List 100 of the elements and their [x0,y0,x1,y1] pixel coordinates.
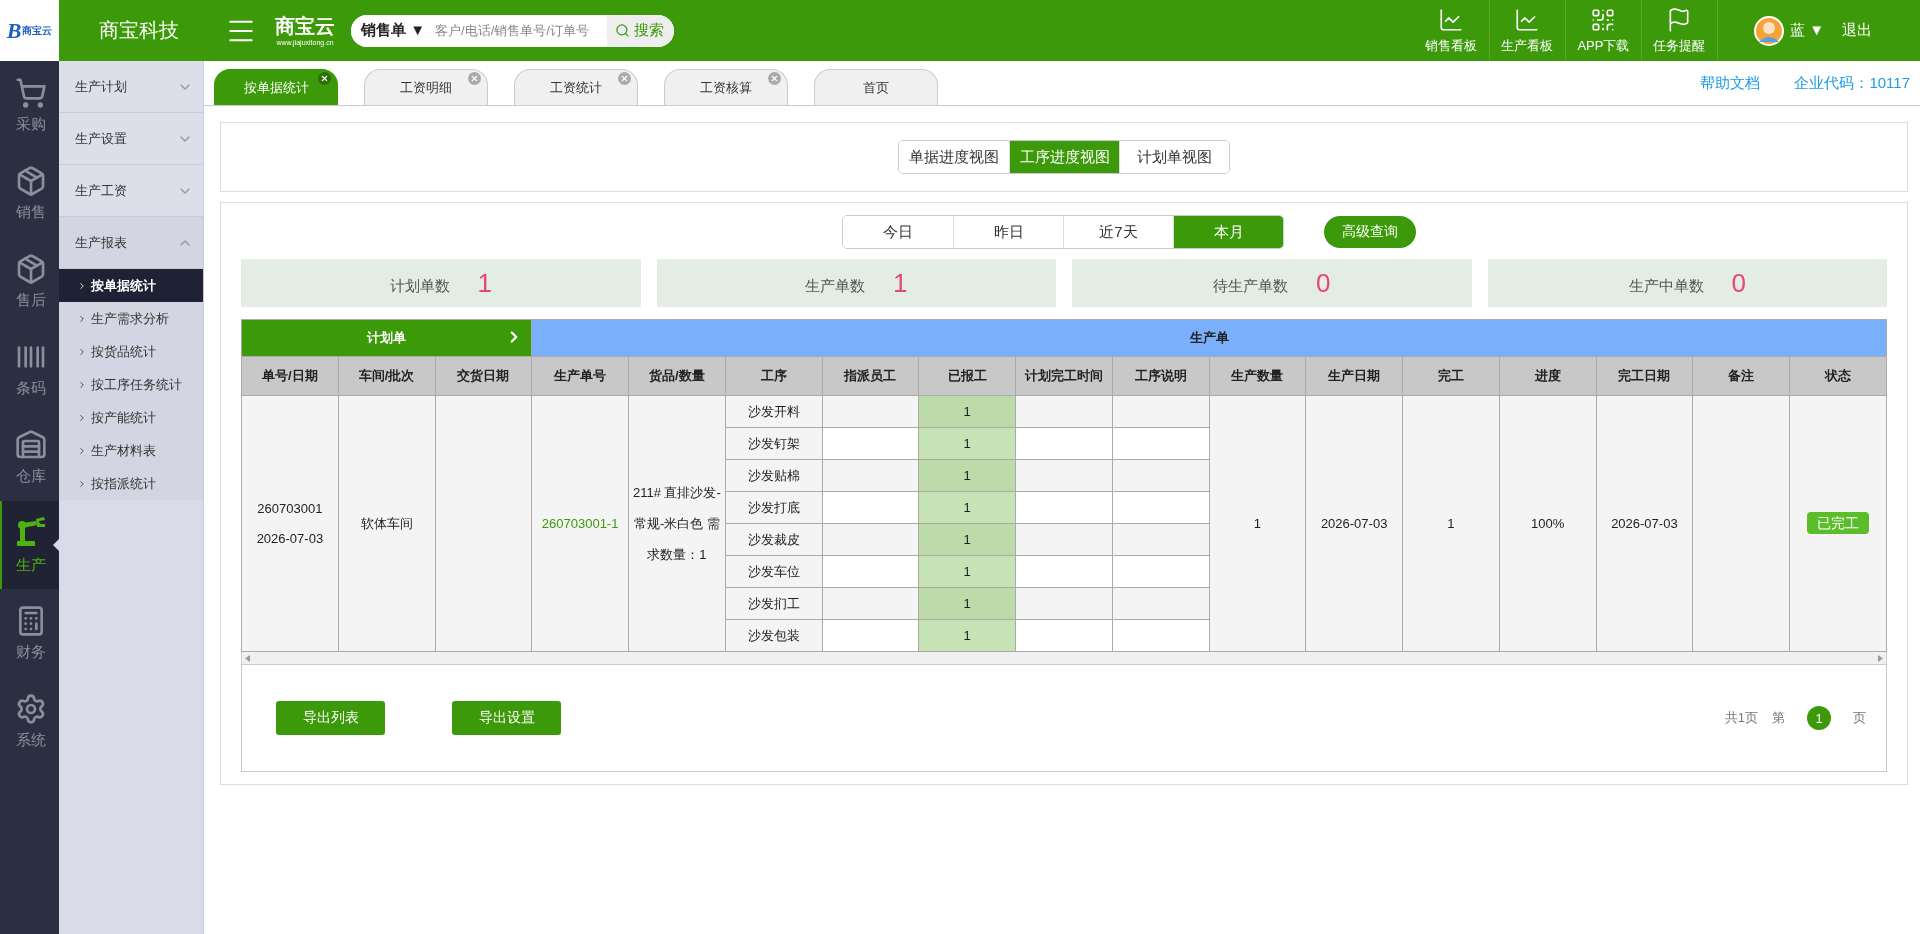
column-header: 工序 [725,356,822,396]
sidebar-item[interactable]: 生产材料表 [59,434,203,467]
scroll-left-icon[interactable] [245,654,250,662]
search-icon [615,23,631,38]
page-suffix: 页 [1853,709,1866,727]
sidebar-item[interactable]: 按单据统计 [59,269,203,302]
stat-label: 生产单数 [805,276,865,296]
table-cell: 沙发车位 [725,555,822,588]
column-header: 生产数量 [1209,356,1306,396]
nav-item[interactable]: 条码 [0,325,59,413]
header-action-button[interactable]: 销售看板 [1413,0,1490,61]
table-cell: 1 [918,427,1016,460]
logout-button[interactable]: 退出 [1842,21,1872,40]
help-link[interactable]: 帮助文档 [1700,73,1761,93]
scroll-right-icon[interactable] [1878,654,1883,662]
sidebar-item[interactable]: 按产能统计 [59,401,203,434]
stat-label: 待生产单数 [1213,276,1288,296]
column-header: 已报工 [918,356,1016,396]
sidebar-item[interactable]: 按工序任务统计 [59,368,203,401]
group-header: 计划单 [241,319,532,357]
column-header: 进度 [1499,356,1596,396]
status-badge: 已完工 [1807,511,1869,534]
tab[interactable]: 首页 [814,69,938,105]
search-field[interactable]: 销售单 ▼ 客户/电话/销售单号/订单号 搜索 [351,14,675,47]
header-action-button[interactable]: APP下载 [1565,0,1642,61]
advanced-query-button[interactable]: 高级查询 [1324,216,1416,248]
search-button[interactable]: 搜索 [607,14,675,47]
sidebar-item[interactable]: 按指派统计 [59,467,203,500]
product-name: 商宝云 [275,14,335,38]
logo-name: 商宝云 [22,23,53,38]
column-header: 完工 [1402,356,1500,396]
tab[interactable]: 按单据统计 [214,69,338,105]
sidebar-group[interactable]: 生产报表 [59,217,203,269]
table-cell: 沙发开料 [725,395,822,428]
period-toggle[interactable]: 本月 [1173,216,1283,248]
avatar-icon [1753,15,1784,46]
column-header: 计划完工时间 [1015,356,1113,396]
cart-icon [14,76,47,109]
nav-item[interactable]: 生产 [0,501,59,589]
sidebar-item[interactable]: 生产需求分析 [59,302,203,335]
nav-item[interactable]: 采购 [0,61,59,149]
nav-item[interactable]: 系统 [0,677,59,765]
table-cell: 100% [1499,395,1596,652]
nav-item[interactable]: 仓库 [0,413,59,501]
tab[interactable]: 工资统计 [514,69,638,105]
company-code: 企业代码：10117 [1794,73,1910,93]
chevron-right-icon [77,313,87,324]
column-header: 指派员工 [822,356,919,396]
table-cell: 1 [918,491,1016,524]
page-number[interactable]: 1 [1807,706,1831,730]
stat-label: 生产中单数 [1628,276,1704,296]
table-cell: 1 [1209,395,1306,652]
production-number-link[interactable]: 260703001-1 [541,515,619,531]
view-toggle[interactable]: 计划单视图 [1119,141,1229,173]
table-cell: 沙发扪工 [725,587,822,620]
column-header: 备注 [1692,356,1790,396]
stat-label: 计划单数 [389,276,450,296]
table-cell: 2026-07-03 [1305,395,1403,652]
chevron-right-icon [77,346,87,357]
nav-item[interactable]: 销售 [0,149,59,237]
column-header: 交货日期 [435,356,532,396]
tab[interactable]: 工资核算 [664,69,788,105]
view-toggle[interactable]: 工序进度视图 [1009,141,1119,173]
export-button[interactable]: 导出设置 [452,701,561,735]
table-cell: 软体车间 [338,395,435,652]
sidebar-item[interactable]: 按货品统计 [59,335,203,368]
tab[interactable]: 工资明细 [364,69,488,105]
header-action-button[interactable]: 任务提醒 [1641,0,1718,61]
header-action-button[interactable]: 生产看板 [1489,0,1566,61]
nav-item[interactable]: 售后 [0,237,59,325]
logo-mark: B [6,17,22,44]
column-header: 完工日期 [1596,356,1693,396]
table-cell: 沙发包装 [725,619,822,652]
close-icon[interactable] [318,72,331,85]
column-header: 车间/批次 [338,356,435,396]
order-number: 260703001 [256,499,324,518]
column-header: 生产单号 [531,356,629,396]
table-cell: 1 [1402,395,1500,652]
export-button[interactable]: 导出列表 [276,701,385,735]
horizontal-scrollbar[interactable] [241,652,1887,665]
brand-name: 商宝科技 [98,18,180,43]
qr-code-icon [1590,6,1617,33]
stat-value: 0 [1316,267,1331,299]
table-cell: 沙发贴棉 [725,459,822,492]
group-header: 生产单 [531,319,1887,357]
column-header: 货品/数量 [628,356,726,396]
chevron-right-icon [77,379,87,390]
chevron-right-icon [77,478,87,489]
table-cell: 1 [918,395,1016,428]
column-header: 工序说明 [1112,356,1209,396]
table-cell: 1 [918,555,1016,588]
nav-item[interactable]: 财务 [0,589,59,677]
chevron-right-icon [77,280,87,291]
stat-value: 0 [1731,267,1746,299]
page-total: 共1页 [1724,709,1758,727]
column-header: 单号/日期 [241,356,339,396]
stat-value: 1 [477,267,492,299]
chevron-right-icon [77,412,87,423]
table-cell: 2026-07-03 [1596,395,1693,652]
user-menu[interactable]: 蓝 ▼ [1789,21,1824,40]
